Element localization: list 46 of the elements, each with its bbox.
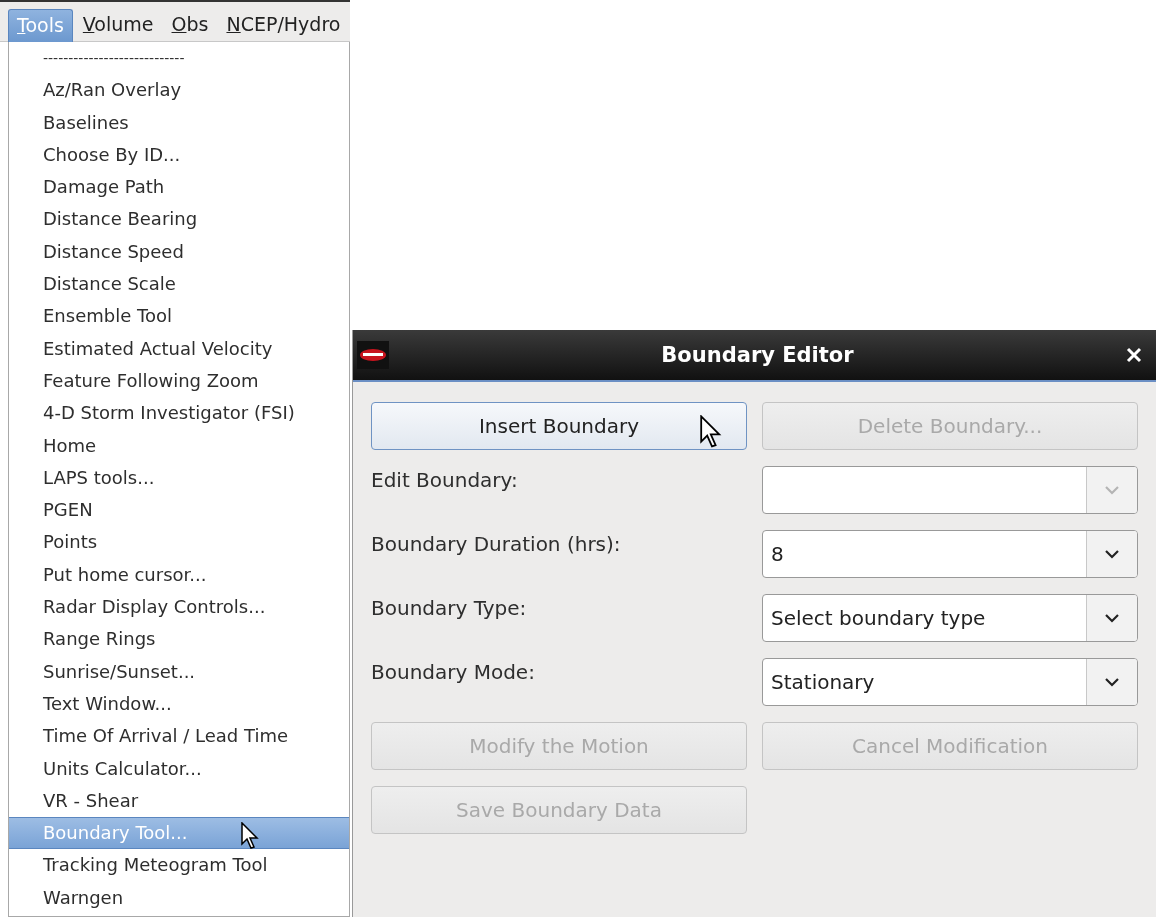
chevron-down-icon xyxy=(1104,677,1120,687)
menu-item[interactable]: Tracking Meteogram Tool xyxy=(9,849,349,882)
menu-item[interactable]: Sunrise/Sunset... xyxy=(9,655,349,688)
menu-item[interactable]: Damage Path xyxy=(9,171,349,204)
chevron-down-icon xyxy=(1104,613,1120,623)
field-label: Edit Boundary: xyxy=(371,467,519,494)
menu-title[interactable]: NCEP/Hydro xyxy=(218,9,349,41)
menu-title[interactable]: Volume xyxy=(74,9,162,41)
menu-item[interactable]: Text Window... xyxy=(9,687,349,721)
menu-item[interactable]: Distance Speed xyxy=(9,235,349,269)
menu-item[interactable]: VR - Shear xyxy=(9,784,349,818)
menu-item[interactable]: Distance Scale xyxy=(9,268,349,301)
menu-item[interactable]: LAPS tools... xyxy=(9,461,349,495)
menu-item[interactable]: Range Rings xyxy=(9,623,349,656)
cursor-icon xyxy=(700,415,724,449)
dropdown-field[interactable]: 8 xyxy=(762,530,1138,578)
menu-item[interactable]: Ensemble Tool xyxy=(9,300,349,333)
dropdown-field[interactable]: Select boundary type xyxy=(762,594,1138,642)
app-logo-icon xyxy=(357,341,389,369)
dialog-button[interactable]: Insert Boundary xyxy=(371,402,747,450)
chevron-down-icon xyxy=(1104,485,1120,495)
dropdown-field[interactable]: Stationary xyxy=(762,658,1138,706)
window-title: Boundary Editor xyxy=(660,343,855,367)
menu-item[interactable]: Put home cursor... xyxy=(9,558,349,592)
menu-item[interactable]: Choose By ID... xyxy=(9,138,349,172)
close-icon[interactable] xyxy=(1126,347,1142,363)
menu-item[interactable]: PGEN xyxy=(9,494,349,527)
menu-item[interactable]: Units Calculator... xyxy=(9,752,349,785)
menu-item[interactable]: Estimated Actual Velocity xyxy=(9,332,349,365)
menu-item[interactable]: 4-D Storm Investigator (FSI) xyxy=(9,397,349,430)
field-label: Boundary Mode: xyxy=(371,659,536,686)
field-label: Boundary Duration (hrs): xyxy=(371,531,622,558)
menu-item[interactable]: Warngen xyxy=(9,881,349,914)
menu-item[interactable]: Points xyxy=(9,526,349,559)
menu-item[interactable]: Baselines xyxy=(9,106,349,139)
menu-title[interactable]: Obs xyxy=(163,9,217,41)
cursor-icon xyxy=(241,822,261,851)
menu-item[interactable]: Time Of Arrival / Lead Time xyxy=(9,720,349,753)
menu-item[interactable]: Az/Ran Overlay xyxy=(9,74,349,107)
menu-item[interactable]: Distance Bearing xyxy=(9,203,349,236)
chevron-down-icon xyxy=(1104,549,1120,559)
menu-separator: ---------------------------- xyxy=(42,49,186,68)
field-label: Boundary Type: xyxy=(371,595,528,622)
menu-item[interactable]: Feature Following Zoom xyxy=(9,364,349,398)
menu-item[interactable]: Home xyxy=(9,429,349,462)
menu-item[interactable]: Radar Display Controls... xyxy=(9,591,349,624)
